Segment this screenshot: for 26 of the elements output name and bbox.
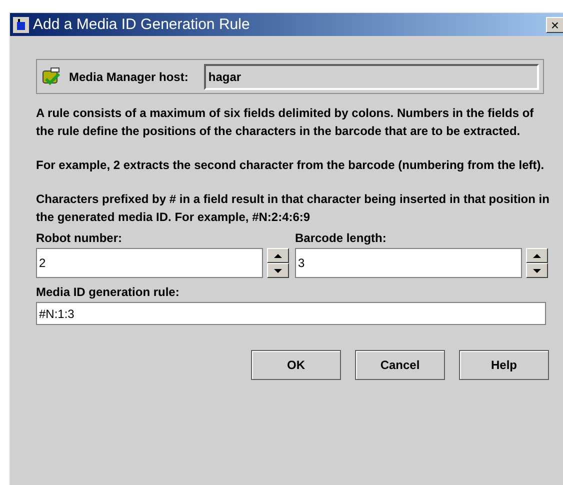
up-arrow-icon xyxy=(533,254,541,258)
close-button[interactable]: × xyxy=(546,16,563,32)
dialog-button[interactable]: Help xyxy=(459,350,549,380)
window-icon xyxy=(13,16,29,32)
down-arrow-icon xyxy=(533,268,541,272)
field-label: Media ID generation rule: xyxy=(36,284,180,300)
spin-up-button[interactable] xyxy=(267,248,289,263)
field-label: Barcode length: xyxy=(295,230,388,246)
description-text: Characters prefixed by # in a field result in that character being inserted in that position in the generated media ID. For example, #N:2:4:6:9 xyxy=(36,191,550,226)
description-text: A rule consists of a maximum of six fields delimited by colons. Numbers in the fields of the rule define the positions of the characters in the barcode that are to be extracted. xyxy=(36,105,535,140)
server-check-icon xyxy=(41,66,61,86)
spinner-field[interactable]: 2 xyxy=(36,248,263,278)
rule-field[interactable]: #N:1:3 xyxy=(36,302,546,325)
window-title: Add a Media ID Generation Rule xyxy=(33,17,250,32)
spin-up-button[interactable] xyxy=(526,248,548,263)
description-text: For example, 2 extracts the second character from the barcode (numbering from the left). xyxy=(36,157,546,174)
spinner-field[interactable]: 3 xyxy=(295,248,522,278)
spin-down-button[interactable] xyxy=(526,263,548,278)
dialog-button[interactable]: Cancel xyxy=(355,350,445,380)
up-arrow-icon xyxy=(274,254,282,258)
host-field[interactable]: hagar xyxy=(204,64,539,90)
host-label: Media Manager host: xyxy=(69,68,188,86)
field-label: Robot number: xyxy=(36,230,123,246)
down-arrow-icon xyxy=(274,268,282,272)
spin-down-button[interactable] xyxy=(267,263,289,278)
dialog-button[interactable]: OK xyxy=(251,350,341,380)
